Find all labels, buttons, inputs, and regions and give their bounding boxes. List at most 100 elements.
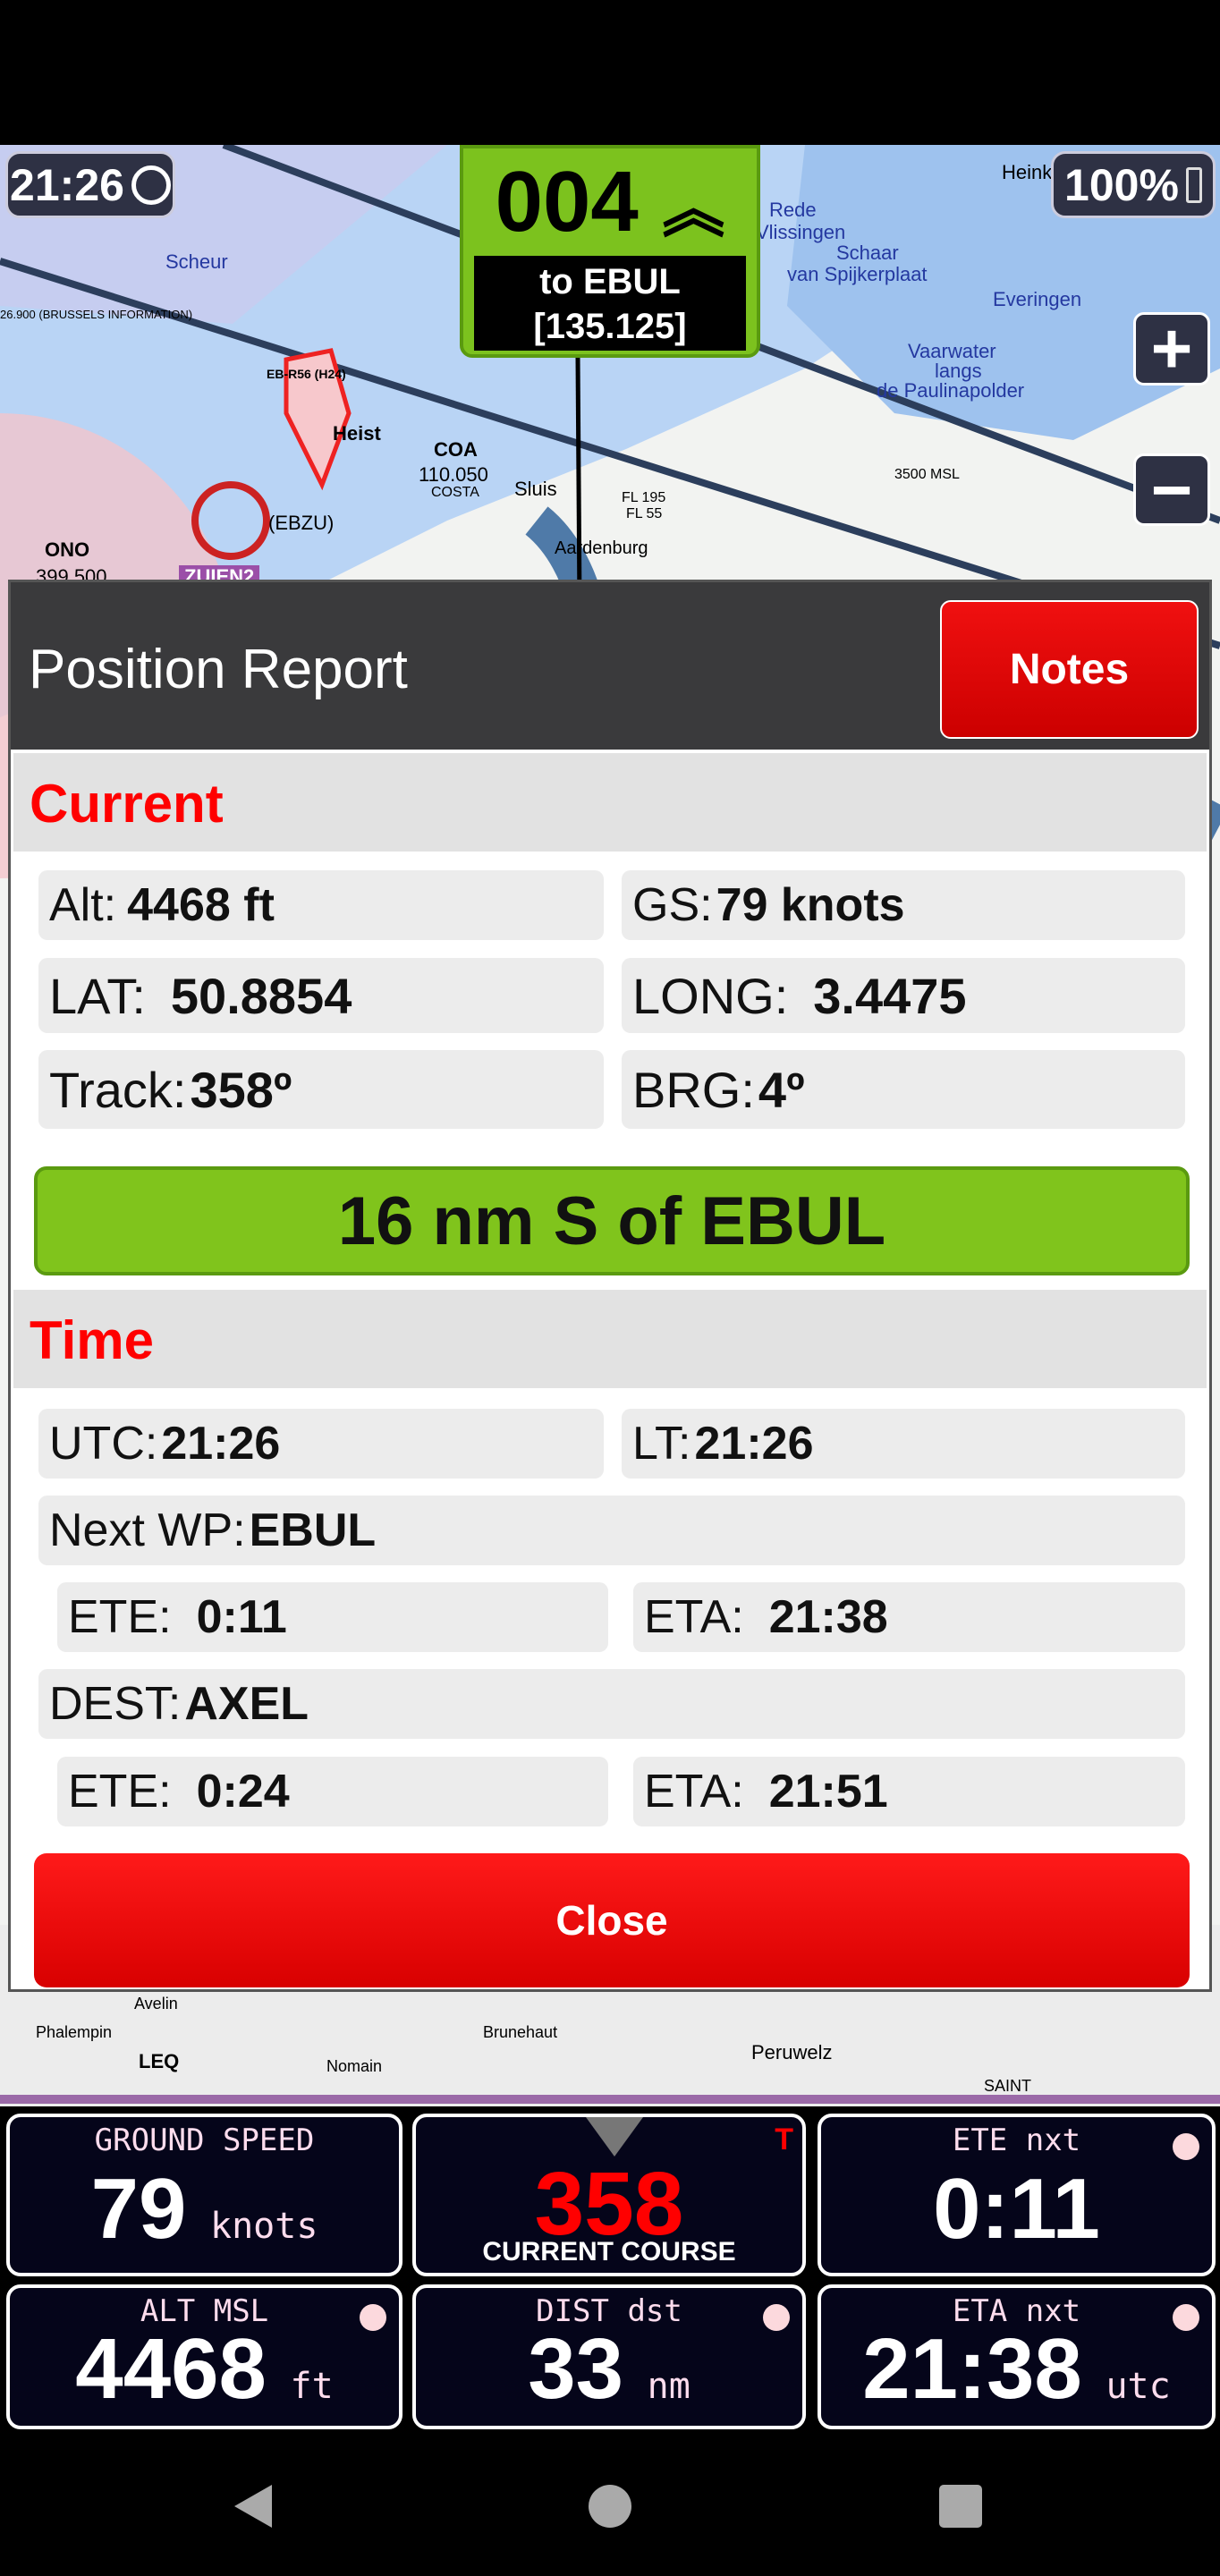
map-label: Everingen (993, 288, 1082, 310)
lat-value: 50.8854 (170, 967, 352, 1024)
android-nav-bar (0, 2435, 1220, 2576)
instrument-unit: nm (647, 2366, 690, 2407)
track-value: 358º (190, 1061, 292, 1118)
map-label: 110.050 (419, 463, 488, 486)
map-label: (EBZU) (268, 512, 335, 534)
dest-eta-label: ETA: (644, 1766, 744, 1818)
long-field: LONG: 3.4475 (622, 958, 1185, 1033)
next-wp-field: Next WP: EBUL (38, 1496, 1185, 1565)
recents-icon[interactable] (939, 2485, 982, 2528)
plus-icon: + (1150, 309, 1193, 388)
close-button[interactable]: Close (34, 1853, 1190, 1987)
gs-value: 79 knots (716, 879, 905, 931)
clock-badge: 21:26 (5, 151, 175, 218)
instrument-unit: ft (290, 2366, 334, 2407)
dest-value: AXEL (184, 1678, 309, 1730)
instrument-ground-speed[interactable]: GROUND SPEED 79 knots (6, 2114, 402, 2276)
dest-label: DEST: (49, 1678, 182, 1730)
lt-label: LT: (632, 1418, 691, 1470)
instrument-label: ETE nxt (952, 2123, 1081, 2158)
instrument-value: 0:11 (933, 2161, 1100, 2257)
notes-button[interactable]: Notes (940, 600, 1199, 739)
map-label: EB-R56 (H24) (267, 367, 346, 381)
next-ete-value: 0:11 (196, 1591, 287, 1643)
dest-ete-field: ETE: 0:24 (57, 1757, 608, 1826)
next-eta-value: 21:38 (768, 1591, 888, 1643)
map-label: Heist (333, 422, 381, 445)
next-eta-label: ETA: (644, 1591, 744, 1643)
relative-location-banner: 16 nm S of EBUL (34, 1166, 1190, 1275)
map-label: SAINT (984, 2077, 1032, 2095)
instrument-ete-next[interactable]: ETE nxt 0:11 (818, 2114, 1216, 2276)
next-wp-label: Next WP: (49, 1504, 246, 1556)
lt-field: LT: 21:26 (622, 1409, 1185, 1479)
map-label: Aardenburg (555, 538, 648, 558)
target-frequency: [135.125] (533, 307, 687, 346)
track-label: Track: (49, 1061, 187, 1118)
long-label: LONG: (632, 967, 789, 1024)
section-time: Time (13, 1290, 1207, 1388)
instrument-unit: knots (210, 2206, 318, 2247)
map-label: Nomain (326, 2057, 383, 2075)
lat-label: LAT: (49, 967, 146, 1024)
map-label: 3500 MSL (894, 467, 960, 482)
zoom-out-button[interactable]: − (1133, 450, 1210, 530)
utc-value: 21:26 (161, 1418, 281, 1470)
map-label: Peruwelz (751, 2041, 833, 2063)
map-label: Brunehaut (483, 2023, 558, 2041)
map-label: FL 55 (626, 506, 663, 521)
indicator-dot (1173, 2133, 1199, 2160)
instrument-value: 79 (90, 2161, 187, 2257)
course-pointer-icon (586, 2117, 643, 2157)
instrument-alt-msl[interactable]: ALT MSL 4468 ft (6, 2284, 402, 2429)
battery-percent: 100% (1064, 159, 1179, 210)
alt-label: Alt: (49, 879, 117, 931)
section-current: Current (13, 753, 1207, 852)
brg-label: BRG: (632, 1061, 755, 1118)
dest-eta-value: 21:51 (768, 1766, 888, 1818)
heading-value: 004 (495, 154, 639, 250)
instrument-value: 33 (528, 2321, 623, 2417)
map-label: ONO (45, 538, 90, 561)
map-label: Schaar (836, 242, 899, 264)
double-chevron-up-icon: ︽ (662, 174, 725, 244)
instrument-label: CURRENT COURSE (482, 2237, 736, 2267)
map-label: FL 195 (622, 490, 666, 505)
map-label: 26.900 (BRUSSELS INFORMATION) (0, 308, 193, 321)
brg-field: BRG: 4º (622, 1050, 1185, 1129)
minus-icon: − (1150, 449, 1193, 530)
status-bar (0, 0, 1220, 145)
next-wp-value: EBUL (249, 1504, 377, 1556)
next-target: to EBUL (539, 262, 681, 301)
dest-eta-field: ETA: 21:51 (633, 1757, 1185, 1826)
position-report-dialog: Position Report Notes Current Alt: 4468 f… (8, 580, 1212, 1992)
map-label: Phalempin (36, 2023, 113, 2041)
dialog-header: Position Report Notes (11, 582, 1209, 750)
instrument-value: 21:38 (862, 2321, 1082, 2417)
zoom-in-button[interactable]: + (1133, 309, 1210, 388)
utc-label: UTC: (49, 1418, 158, 1470)
battery-icon (1185, 166, 1202, 203)
instrument-value: 4468 (75, 2321, 267, 2417)
map-label: Scheur (165, 250, 228, 273)
home-icon[interactable] (589, 2485, 631, 2528)
dest-ete-label: ETE: (68, 1766, 172, 1818)
back-icon[interactable] (234, 2485, 272, 2528)
map-label: van Spijkerplaat (787, 263, 928, 285)
instrument-dist-dest[interactable]: DIST dst 33 nm (412, 2284, 806, 2429)
instrument-label: GROUND SPEED (94, 2123, 315, 2158)
map-label: de Paulinapolder (877, 379, 1025, 402)
dest-ete-value: 0:24 (196, 1766, 290, 1818)
battery-badge: 100% (1051, 151, 1216, 218)
dialog-title: Position Report (29, 639, 408, 700)
long-value: 3.4475 (813, 967, 967, 1024)
clock-time: 21:26 (10, 159, 124, 210)
map-label: Vlissingen (756, 221, 846, 243)
map-label: COA (434, 438, 478, 461)
clock-icon (131, 165, 171, 205)
lat-field: LAT: 50.8854 (38, 958, 604, 1033)
instrument-current-course[interactable]: T 358 CURRENT COURSE (412, 2114, 806, 2276)
heading-indicator[interactable]: 004 ︽ to EBUL [135.125] (460, 145, 760, 358)
instrument-eta-next[interactable]: ETA nxt 21:38 utc (818, 2284, 1216, 2429)
map-label: LEQ (139, 2050, 180, 2072)
